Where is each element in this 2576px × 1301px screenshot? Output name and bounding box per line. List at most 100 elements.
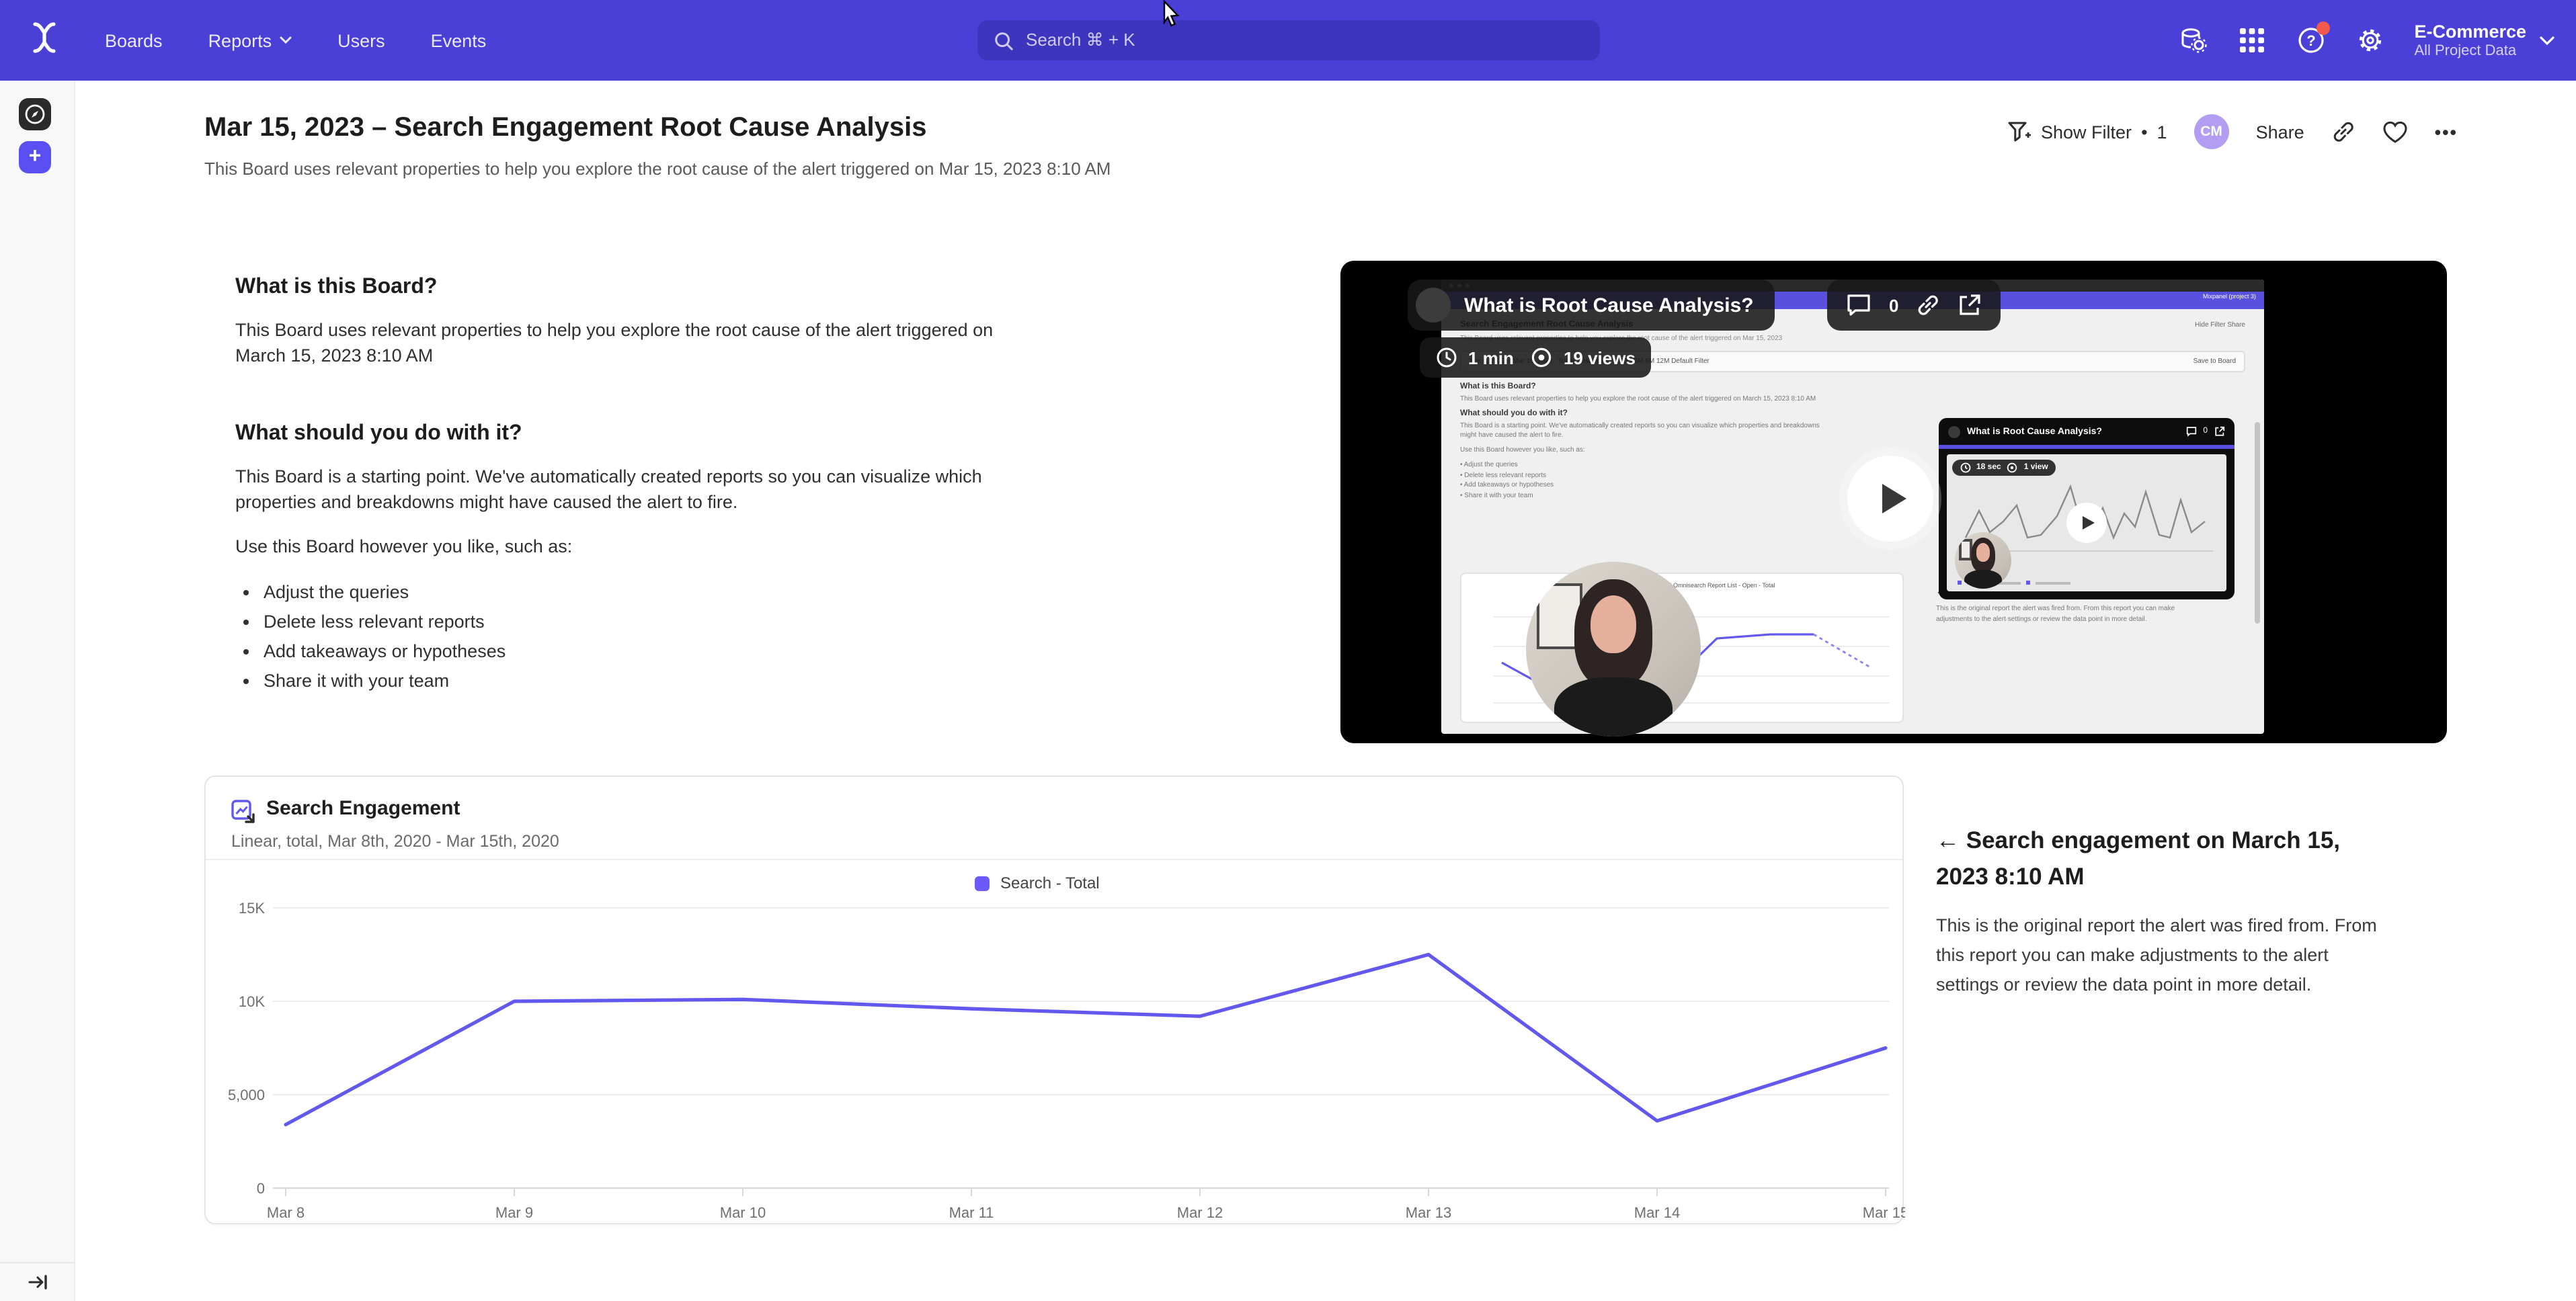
more-options-button[interactable]: ••• — [2435, 122, 2458, 142]
nested-comment-count: 0 — [2203, 427, 2208, 435]
mouse-cursor — [1162, 0, 1183, 30]
play-button[interactable] — [1847, 456, 1933, 542]
board-intro-text: What is this Board? This Board uses rele… — [235, 276, 1066, 696]
app-window: Boards Reports Users Events Search ⌘ + K… — [0, 0, 2576, 1301]
compass-icon — [24, 103, 46, 125]
video-meta-overlay: 1 min 19 views — [1420, 337, 1652, 378]
nested-duration: 18 sec — [1976, 464, 2001, 472]
help-icon[interactable]: ? — [2296, 26, 2325, 55]
svg-text:Mar 8: Mar 8 — [267, 1204, 305, 1221]
search-placeholder: Search ⌘ + K — [1026, 30, 1135, 51]
nav-links: Boards Reports Users Events — [105, 0, 486, 81]
list-item: Adjust the queries — [264, 578, 1066, 607]
data-management-icon[interactable] — [2177, 26, 2207, 55]
mini-board-actions: Hide Filter Share — [2195, 321, 2245, 329]
svg-text:5,000: 5,000 — [228, 1087, 265, 1103]
svg-text:10K: 10K — [239, 993, 265, 1010]
mini-intro-text: What is this Board? This Board uses rele… — [1460, 383, 1820, 501]
line-chart-icon — [231, 800, 255, 824]
intro-paragraph-2: This Board is a starting point. We've au… — [235, 464, 1066, 515]
mini-scrollbar[interactable] — [2255, 422, 2260, 624]
open-external-icon[interactable] — [1958, 293, 1982, 317]
nested-play-button[interactable] — [2066, 503, 2107, 543]
views-eye-icon — [1530, 347, 1553, 368]
apps-grid-icon[interactable] — [2237, 26, 2266, 55]
add-board-button[interactable]: + — [19, 141, 51, 173]
report-card-header: Search Engagement Linear, total, Mar 8th… — [206, 777, 1902, 860]
heart-icon — [2382, 120, 2408, 143]
expand-sidebar-button[interactable] — [0, 1262, 75, 1301]
chevron-down-icon — [280, 36, 292, 44]
clock-icon — [1436, 347, 1457, 368]
video-title-overlay: What is Root Cause Analysis? — [1408, 280, 1775, 331]
video-player[interactable]: Mixpanel (project 3) Search Engagement R… — [1340, 261, 2447, 743]
discover-compass-button[interactable] — [19, 98, 51, 130]
filter-count-sep: • — [2141, 122, 2147, 142]
line-chart[interactable]: 05,00010K15KMar 8Mar 9Mar 10Mar 11Mar 12… — [206, 860, 1905, 1223]
chevron-down-icon — [2540, 36, 2554, 45]
video-title: What is Root Cause Analysis? — [1464, 294, 1754, 317]
presenter-avatar — [1948, 425, 1960, 437]
ellipsis-icon: ••• — [2435, 122, 2458, 142]
search-icon — [994, 30, 1014, 50]
svg-text:Mar 10: Mar 10 — [720, 1204, 766, 1221]
intro-heading-1: What is this Board? — [235, 276, 1066, 300]
open-external-icon — [2214, 426, 2225, 437]
svg-text:Mar 15: Mar 15 — [1863, 1204, 1905, 1221]
intro-heading-2: What should you do with it? — [235, 422, 1066, 446]
sidenote-title: ← Search engagement on March 15, 2023 8:… — [1936, 823, 2382, 895]
nav-right: ? E-Commerce All Project Data — [2177, 0, 2554, 81]
clock-icon — [1960, 462, 1971, 473]
project-switcher[interactable]: E-Commerce All Project Data — [2414, 21, 2554, 60]
avatar[interactable]: CM — [2194, 114, 2229, 149]
left-sidebar: + — [0, 81, 75, 1301]
presenter-webcam — [1526, 562, 1701, 737]
page-subtitle: This Board uses relevant properties to h… — [204, 159, 1111, 179]
svg-text:0: 0 — [257, 1180, 265, 1197]
show-filter-button[interactable]: Show Filter • 1 — [2007, 120, 2167, 143]
report-title: Search Engagement — [266, 797, 460, 820]
nav-item-boards[interactable]: Boards — [105, 30, 163, 50]
filter-funnel-icon — [2007, 120, 2031, 143]
project-name: E-Commerce — [2414, 21, 2526, 42]
svg-text:Mar 14: Mar 14 — [1634, 1204, 1680, 1221]
play-icon — [1882, 484, 1906, 513]
settings-gear-icon[interactable] — [2355, 26, 2384, 55]
comment-icon — [2185, 426, 2196, 437]
comment-icon[interactable] — [1846, 293, 1871, 317]
svg-text:Mar 11: Mar 11 — [949, 1204, 994, 1221]
nav-item-reports[interactable]: Reports — [208, 30, 292, 50]
link-icon — [2331, 120, 2356, 144]
alert-sidenote: ← Search engagement on March 15, 2023 8:… — [1936, 823, 2382, 1000]
notification-dot — [2316, 22, 2329, 35]
share-button[interactable]: Share — [2256, 122, 2304, 142]
copy-link-button[interactable] — [2331, 120, 2356, 144]
top-nav: Boards Reports Users Events Search ⌘ + K… — [0, 0, 2576, 81]
video-duration: 1 min — [1468, 347, 1514, 368]
presenter-webcam — [1955, 532, 2011, 589]
intro-bullet-list: Adjust the queries Delete less relevant … — [264, 578, 1066, 696]
page-title: Mar 15, 2023 – Search Engagement Root Ca… — [204, 113, 927, 144]
nav-item-users[interactable]: Users — [337, 30, 385, 50]
nav-item-events[interactable]: Events — [431, 30, 487, 50]
mixpanel-logo-icon[interactable] — [27, 20, 67, 60]
svg-text:?: ? — [2306, 32, 2315, 49]
nested-video-screen: 18 sec 1 view — [1947, 454, 2226, 591]
board-actions: Show Filter • 1 CM Share ••• — [2007, 114, 2458, 149]
report-card-search-engagement[interactable]: Search Engagement Linear, total, Mar 8th… — [204, 775, 1904, 1224]
show-filter-label: Show Filter — [2041, 122, 2132, 142]
sidenote-body: This is the original report the alert wa… — [1936, 911, 2382, 1000]
intro-paragraph-3: Use this Board however you like, such as… — [235, 534, 1066, 559]
svg-text:Mar 13: Mar 13 — [1406, 1204, 1451, 1221]
nested-video-meta: 18 sec 1 view — [1952, 460, 2056, 476]
intro-paragraph-1: This Board uses relevant properties to h… — [235, 317, 1042, 368]
svg-text:Mar 12: Mar 12 — [1177, 1204, 1223, 1221]
link-icon[interactable] — [1916, 293, 1940, 317]
favorite-button[interactable] — [2382, 120, 2408, 143]
search-input[interactable]: Search ⌘ + K — [977, 20, 1600, 60]
list-item: Share it with your team — [264, 667, 1066, 696]
comment-count: 0 — [1889, 295, 1898, 315]
filter-count: 1 — [2157, 122, 2167, 142]
nested-view-count: 1 view — [2024, 464, 2048, 472]
report-subtitle: Linear, total, Mar 8th, 2020 - Mar 15th,… — [231, 832, 559, 851]
